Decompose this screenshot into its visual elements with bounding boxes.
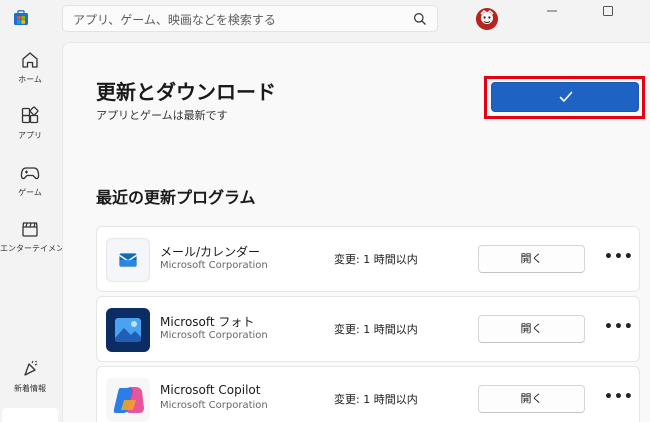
app-publisher: Microsoft Corporation: [160, 260, 268, 271]
search-icon[interactable]: [413, 12, 427, 26]
open-button[interactable]: 開く: [478, 315, 585, 343]
clapperboard-icon: [22, 222, 38, 237]
search-input[interactable]: アプリ、ゲーム、映画などを検索する: [62, 5, 438, 32]
page-title: 更新とダウンロード: [96, 80, 276, 104]
app-status: 変更: 1 時間以内: [334, 323, 418, 336]
nav-label-apps: アプリ: [18, 131, 42, 140]
nav-item-apps[interactable]: アプリ: [0, 106, 60, 141]
home-icon: [22, 52, 38, 68]
more-options-button[interactable]: •••: [604, 319, 633, 339]
nav-item-entertainment[interactable]: エンターテイメント: [0, 219, 72, 254]
app-status: 変更: 1 時間以内: [334, 253, 418, 266]
app-publisher: Microsoft Corporation: [160, 330, 268, 341]
search-placeholder: アプリ、ゲーム、映画などを検索する: [73, 13, 276, 27]
nav-label-whats-new: 新着情報: [14, 384, 46, 393]
nav-item-whats-new[interactable]: 新着情報: [0, 359, 60, 394]
nav-label-entertainment: エンターテイメント: [0, 244, 72, 253]
more-options-button[interactable]: •••: [604, 249, 633, 269]
open-button[interactable]: 開く: [478, 385, 585, 413]
app-name: Microsoft フォト: [160, 315, 255, 329]
gamepad-icon: [20, 167, 40, 180]
maximize-icon[interactable]: [601, 4, 615, 18]
app-name: メール/カレンダー: [160, 245, 261, 259]
app-card-copilot: Microsoft Copilot Microsoft Corporation …: [96, 366, 640, 422]
nav-item-home[interactable]: ホーム: [0, 50, 60, 85]
user-avatar[interactable]: [476, 8, 498, 30]
app-name: Microsoft Copilot: [160, 383, 261, 397]
open-button[interactable]: 開く: [478, 245, 585, 273]
microsoft-store-icon: [14, 10, 28, 25]
title-bar: アプリ、ゲーム、映画などを検索する: [0, 0, 650, 38]
photos-app-icon: [106, 308, 150, 352]
app-card-photos: Microsoft フォト Microsoft Corporation 変更: …: [96, 296, 640, 362]
minimize-icon[interactable]: [545, 4, 559, 18]
page-subtitle: アプリとゲームは最新です: [96, 109, 228, 122]
more-options-button[interactable]: •••: [604, 389, 633, 409]
mail-calendar-app-icon: [106, 238, 150, 282]
nav-item-games[interactable]: ゲーム: [0, 163, 60, 198]
nav-label-home: ホーム: [18, 75, 42, 84]
check-updates-button[interactable]: [491, 82, 639, 112]
app-status: 変更: 1 時間以内: [334, 393, 418, 406]
app-publisher: Microsoft Corporation: [160, 400, 268, 411]
checkmark-icon: [559, 91, 573, 102]
app-card-mail-calendar: メール/カレンダー Microsoft Corporation 変更: 1 時間…: [96, 226, 640, 292]
nav-library-tab[interactable]: [2, 408, 58, 422]
copilot-app-icon: [106, 378, 150, 422]
whats-new-icon: [24, 360, 38, 376]
section-title: 最近の更新プログラム: [96, 188, 256, 207]
apps-icon: [21, 106, 39, 124]
nav-label-games: ゲーム: [18, 188, 42, 197]
